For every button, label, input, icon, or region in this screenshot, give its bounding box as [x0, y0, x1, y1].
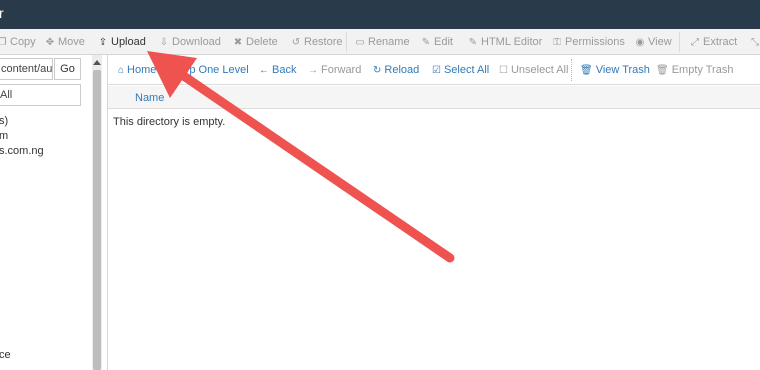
compress-button[interactable]: ⤡: [750, 34, 760, 50]
delete-label: Delete: [246, 36, 278, 48]
forward-label: Forward: [321, 64, 362, 76]
permissions-button[interactable]: ⚿ Permissions: [552, 34, 625, 50]
rename-button[interactable]: ▭ Rename: [355, 34, 410, 50]
select-all-button[interactable]: ☑ Select All: [432, 63, 489, 77]
empty-directory-message: This directory is empty.: [113, 116, 226, 128]
extract-icon: ⤢: [691, 37, 699, 48]
directory-sidebar: content/au Go All s) m s.com.ng ce: [0, 55, 92, 370]
empty-trash-button[interactable]: 🗑 Empty Trash: [656, 63, 733, 77]
delete-icon: ✖: [233, 37, 243, 48]
permissions-icon: ⚿: [553, 37, 561, 48]
move-button[interactable]: ✥ Move: [45, 34, 85, 50]
up-one-level-button[interactable]: ↥ Up One Level: [170, 63, 249, 77]
back-button[interactable]: ← Back: [259, 63, 296, 77]
file-list-panel: ⌂ Home ↥ Up One Level ← Back → Forward ↻ Relo…: [107, 55, 760, 370]
extract-button[interactable]: ⤢ Extract: [690, 34, 737, 50]
tree-item[interactable]: s): [0, 115, 8, 127]
copy-label: Copy: [10, 36, 36, 48]
collapse-all-button[interactable]: All: [0, 84, 81, 106]
unselect-all-label: Unselect All: [510, 64, 569, 76]
tree-item[interactable]: m: [0, 130, 8, 142]
trash-icon: 🗑: [580, 65, 593, 76]
up-label: Up One Level: [181, 64, 249, 76]
title-bar: r: [0, 0, 760, 29]
arrow-left-icon: ←: [259, 65, 269, 76]
upload-icon: ⇪: [98, 37, 108, 48]
path-input[interactable]: content/au: [0, 58, 53, 80]
go-button[interactable]: Go: [54, 58, 81, 80]
restore-button[interactable]: ↺ Restore: [291, 34, 343, 50]
arrow-right-icon: →: [308, 65, 318, 76]
toolbar-divider: [679, 32, 680, 52]
download-button[interactable]: ⇩ Download: [159, 34, 221, 50]
unselect-all-button[interactable]: ☐ Unselect All: [499, 63, 568, 77]
edit-button[interactable]: ✎ Edit: [421, 34, 453, 50]
home-icon: ⌂: [118, 65, 125, 76]
toolbar-divider: [346, 32, 347, 52]
forward-button[interactable]: → Forward: [308, 63, 361, 77]
tree-item[interactable]: ce: [0, 349, 11, 361]
window-title: r: [0, 5, 4, 21]
restore-label: Restore: [304, 36, 343, 48]
nav-divider: [571, 59, 572, 81]
sidebar-scrollbar[interactable]: [92, 55, 102, 370]
view-trash-button[interactable]: 🗑 View Trash: [580, 63, 650, 77]
home-label: Home: [127, 64, 157, 76]
delete-button[interactable]: ✖ Delete: [233, 34, 278, 50]
upload-button[interactable]: ⇪ Upload: [98, 34, 146, 50]
move-icon: ✥: [45, 37, 55, 48]
tree-item[interactable]: s.com.ng: [0, 145, 44, 157]
download-label: Download: [172, 36, 221, 48]
html-editor-label: HTML Editor: [481, 36, 543, 48]
html-editor-button[interactable]: ✎ HTML Editor: [468, 34, 543, 50]
name-column-header[interactable]: Name: [135, 92, 164, 104]
trash-icon: 🗑: [656, 65, 669, 76]
checkbox-checked-icon: ☑: [432, 65, 441, 76]
reload-icon: ↻: [373, 65, 382, 76]
permissions-label: Permissions: [565, 36, 625, 48]
move-label: Move: [58, 36, 85, 48]
select-all-label: Select All: [443, 64, 490, 76]
edit-label: Edit: [434, 36, 453, 48]
copy-icon: ❐: [0, 37, 7, 48]
download-icon: ⇩: [159, 37, 169, 48]
empty-trash-label: Empty Trash: [671, 64, 734, 76]
html-editor-icon: ✎: [468, 37, 478, 48]
scroll-thumb[interactable]: [93, 70, 101, 370]
rename-label: Rename: [368, 36, 410, 48]
view-trash-label: View Trash: [595, 64, 650, 76]
back-label: Back: [272, 64, 297, 76]
view-button[interactable]: ◉ View: [635, 34, 672, 50]
copy-button[interactable]: ❐ Copy: [0, 34, 36, 50]
file-toolbar: ❐ Copy ✥ Move ⇪ Upload ⇩ Download ✖ Delete ↺ R…: [0, 29, 760, 55]
home-button[interactable]: ⌂ Home: [118, 63, 156, 77]
view-label: View: [648, 36, 672, 48]
checkbox-empty-icon: ☐: [499, 65, 508, 76]
file-table-header: Name: [108, 86, 760, 109]
extract-label: Extract: [703, 36, 738, 48]
reload-label: Reload: [384, 64, 420, 76]
navigation-bar: ⌂ Home ↥ Up One Level ← Back → Forward ↻ Relo…: [108, 55, 760, 85]
reload-button[interactable]: ↻ Reload: [373, 63, 419, 77]
level-up-icon: ↥: [170, 65, 179, 76]
upload-label: Upload: [111, 36, 146, 48]
edit-icon: ✎: [421, 37, 431, 48]
scroll-up-icon[interactable]: [93, 60, 101, 65]
compress-icon: ⤡: [751, 37, 759, 48]
restore-icon: ↺: [291, 37, 301, 48]
rename-icon: ▭: [355, 37, 365, 48]
view-icon: ◉: [635, 37, 645, 48]
